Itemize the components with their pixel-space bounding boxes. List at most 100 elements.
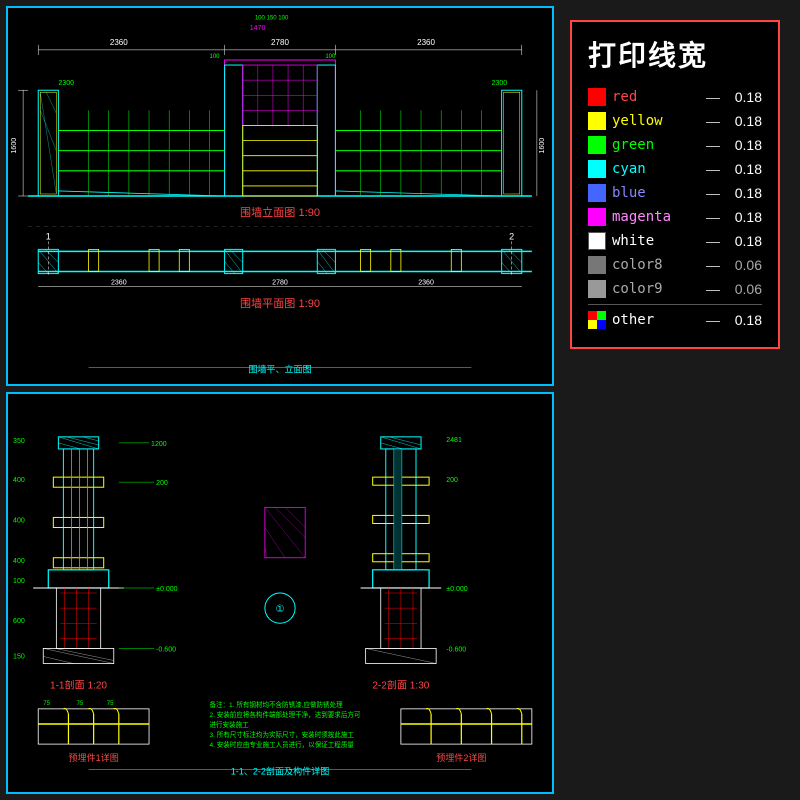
svg-text:围墙立面图 1:90: 围墙立面图 1:90 <box>240 205 320 219</box>
yellow-swatch <box>588 112 606 130</box>
svg-text:进行安装施工: 进行安装施工 <box>209 720 249 729</box>
legend-row-cyan: cyan — 0.18 <box>588 160 762 178</box>
svg-text:-0.600: -0.600 <box>156 646 176 653</box>
green-dash: — <box>706 137 720 153</box>
color8-label: color8 <box>612 257 700 273</box>
cyan-swatch <box>588 160 606 178</box>
svg-text:预埋件2详图: 预埋件2详图 <box>436 752 486 763</box>
other-value: 0.18 <box>726 312 762 328</box>
top-drawing-svg: 2360 2780 2360 1600 1600 围墙立面图 1:90 <box>8 8 552 384</box>
other-dash: — <box>706 312 720 328</box>
color9-label: color9 <box>612 281 700 297</box>
svg-text:预埋件1详图: 预埋件1详图 <box>68 752 118 763</box>
svg-text:2780: 2780 <box>272 280 288 287</box>
legend-row-blue: blue — 0.18 <box>588 184 762 202</box>
cyan-value: 0.18 <box>726 161 762 177</box>
svg-text:400: 400 <box>13 477 25 484</box>
svg-text:1: 1 <box>46 231 51 241</box>
red-value: 0.18 <box>726 89 762 105</box>
svg-text:2-2剖面 1:30: 2-2剖面 1:30 <box>372 679 429 692</box>
white-dash: — <box>706 233 720 249</box>
blue-dash: — <box>706 185 720 201</box>
other-label: other <box>612 312 700 328</box>
red-swatch <box>588 88 606 106</box>
svg-text:3. 所有尺寸标注均为实际尺寸，安装时须按此施工: 3. 所有尺寸标注均为实际尺寸，安装时须按此施工 <box>209 730 354 739</box>
svg-text:①: ① <box>275 604 284 615</box>
svg-text:-0.600: -0.600 <box>446 646 466 653</box>
bottom-drawing-svg: 350 400 400 400 100 600 150 1200 200 ±0.… <box>8 394 552 792</box>
legend-box: 打印线宽 red — 0.18 yellow — 0.18 green — 0.… <box>570 20 780 349</box>
white-swatch <box>588 232 606 250</box>
svg-text:150: 150 <box>13 653 25 660</box>
svg-text:1470: 1470 <box>250 25 266 32</box>
legend-row-color9: color9 — 0.06 <box>588 280 762 298</box>
drawing-bottom: 350 400 400 400 100 600 150 1200 200 ±0.… <box>6 392 554 794</box>
svg-text:400: 400 <box>13 558 25 565</box>
magenta-swatch <box>588 208 606 226</box>
svg-text:围墙平、立面图: 围墙平、立面图 <box>248 363 311 374</box>
svg-text:100: 100 <box>209 54 220 60</box>
svg-text:±0.000: ±0.000 <box>446 586 468 593</box>
yellow-dash: — <box>706 113 720 129</box>
legend-row-color8: color8 — 0.06 <box>588 256 762 274</box>
legend-row-red: red — 0.18 <box>588 88 762 106</box>
main-container: 2360 2780 2360 1600 1600 围墙立面图 1:90 <box>0 0 800 800</box>
color9-swatch <box>588 280 606 298</box>
svg-text:2300: 2300 <box>492 80 508 87</box>
svg-text:2. 安装前应将各构件端部处理干净，达到要求后方可: 2. 安装前应将各构件端部处理干净，达到要求后方可 <box>209 710 360 719</box>
svg-text:1-1、2-2剖面及构件详图: 1-1、2-2剖面及构件详图 <box>231 765 330 776</box>
svg-text:200: 200 <box>446 477 458 484</box>
blue-label: blue <box>612 185 700 201</box>
green-label: green <box>612 137 700 153</box>
blue-swatch <box>588 184 606 202</box>
magenta-dash: — <box>706 209 720 225</box>
svg-text:75: 75 <box>107 701 114 707</box>
svg-text:2: 2 <box>509 231 514 241</box>
white-value: 0.18 <box>726 233 762 249</box>
svg-text:1600: 1600 <box>11 138 18 154</box>
legend-row-yellow: yellow — 0.18 <box>588 112 762 130</box>
svg-text:75: 75 <box>77 701 84 707</box>
svg-text:围墙平面图 1:90: 围墙平面图 1:90 <box>240 296 320 310</box>
blue-value: 0.18 <box>726 185 762 201</box>
legend-row-magenta: magenta — 0.18 <box>588 208 762 226</box>
color8-dash: — <box>706 257 720 273</box>
green-swatch <box>588 136 606 154</box>
svg-text:1600: 1600 <box>539 138 546 154</box>
yellow-label: yellow <box>612 113 700 129</box>
cyan-dash: — <box>706 161 720 177</box>
svg-text:2300: 2300 <box>58 80 74 87</box>
svg-text:400: 400 <box>13 517 25 524</box>
svg-text:2360: 2360 <box>417 38 435 47</box>
svg-text:1-1剖面 1:20: 1-1剖面 1:20 <box>50 679 107 692</box>
red-label: red <box>612 89 700 105</box>
svg-text:2780: 2780 <box>271 38 289 47</box>
svg-text:2360: 2360 <box>418 280 434 287</box>
color9-value: 0.06 <box>726 281 762 297</box>
color8-value: 0.06 <box>726 257 762 273</box>
legend-row-white: white — 0.18 <box>588 232 762 250</box>
drawings-panel: 2360 2780 2360 1600 1600 围墙立面图 1:90 <box>0 0 560 800</box>
legend-separator <box>588 304 762 305</box>
svg-text:4. 安装时应由专业施工人员进行，以保证工程质量: 4. 安装时应由专业施工人员进行，以保证工程质量 <box>209 740 354 749</box>
svg-text:2360: 2360 <box>110 38 128 47</box>
svg-text:±0.000: ±0.000 <box>156 586 178 593</box>
svg-text:100 150 100: 100 150 100 <box>255 16 289 22</box>
legend-row-green: green — 0.18 <box>588 136 762 154</box>
legend-panel: 打印线宽 red — 0.18 yellow — 0.18 green — 0.… <box>560 0 790 800</box>
svg-text:1200: 1200 <box>151 441 167 448</box>
svg-text:200: 200 <box>156 480 168 487</box>
color9-dash: — <box>706 281 720 297</box>
yellow-value: 0.18 <box>726 113 762 129</box>
white-label: white <box>612 233 700 249</box>
svg-text:2481: 2481 <box>446 437 462 444</box>
magenta-value: 0.18 <box>726 209 762 225</box>
cyan-label: cyan <box>612 161 700 177</box>
svg-text:2360: 2360 <box>111 280 127 287</box>
other-swatch <box>588 311 606 329</box>
legend-row-other: other — 0.18 <box>588 311 762 329</box>
color8-swatch <box>588 256 606 274</box>
legend-title: 打印线宽 <box>588 34 762 74</box>
svg-text:600: 600 <box>13 618 25 625</box>
svg-text:350: 350 <box>13 438 25 445</box>
